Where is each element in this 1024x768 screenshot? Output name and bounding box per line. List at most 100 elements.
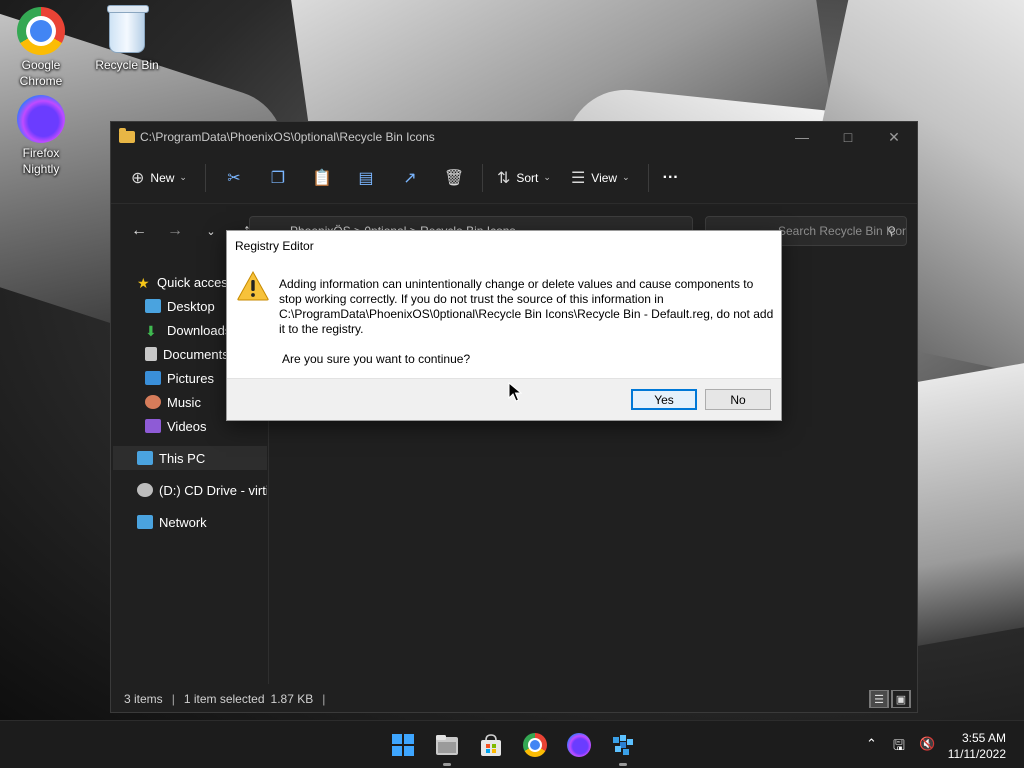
details-view-button[interactable]: ☰ xyxy=(869,690,889,708)
yes-button[interactable]: Yes xyxy=(631,389,697,410)
taskbar-registry-editor[interactable] xyxy=(609,731,637,766)
music-icon xyxy=(145,395,161,409)
sidebar-item-network[interactable]: Network xyxy=(137,510,267,534)
file-explorer-icon xyxy=(436,735,458,755)
trash-icon: 🗑 xyxy=(443,169,465,187)
maximize-button[interactable]: □ xyxy=(825,122,871,152)
computer-icon xyxy=(137,451,153,465)
close-button[interactable]: ✕ xyxy=(871,122,917,152)
video-icon xyxy=(145,419,161,433)
mouse-cursor-icon xyxy=(508,382,522,402)
desktop-icon-label: Recycle Bin xyxy=(95,58,159,72)
dialog-message: Adding information can unintentionally c… xyxy=(279,277,774,336)
view-button-label: View xyxy=(591,170,618,185)
cd-drive-icon xyxy=(137,483,153,497)
warning-icon xyxy=(237,271,269,301)
network-icon xyxy=(137,515,153,529)
chevron-down-icon: ⌄ xyxy=(622,172,630,182)
recent-locations-button[interactable]: ⌄ xyxy=(193,216,229,246)
copy-icon: ❐ xyxy=(270,169,286,187)
desktop-icon-label: Firefox Nightly xyxy=(22,146,60,176)
firefox-nightly-icon xyxy=(567,733,591,757)
taskbar-firefox-nightly[interactable] xyxy=(565,731,593,759)
arrow-right-icon: → xyxy=(167,222,183,239)
sidebar-item-label: Documents xyxy=(163,346,229,362)
large-icons-view-button[interactable]: ▣ xyxy=(891,690,911,708)
start-icon xyxy=(392,734,414,756)
chrome-icon xyxy=(17,7,65,55)
selection-size: 1.87 KB xyxy=(270,692,314,706)
start-button[interactable] xyxy=(389,731,417,759)
copy-button[interactable]: ❐ xyxy=(256,162,300,194)
clipboard-icon: 📋 xyxy=(312,169,332,187)
dialog-question: Are you sure you want to continue? xyxy=(282,352,471,366)
plus-circle-icon: ⊕ xyxy=(131,169,145,187)
firefox-nightly-icon xyxy=(17,95,65,143)
sidebar-item-label: Downloads xyxy=(167,322,232,338)
download-icon: ⬇ xyxy=(145,323,157,339)
taskbar-file-explorer[interactable] xyxy=(433,731,461,766)
taskbar-store[interactable] xyxy=(477,731,505,759)
sidebar-item-cd-drive[interactable]: (D:) CD Drive - virtio-win xyxy=(137,478,267,502)
chevron-down-icon: ⌄ xyxy=(179,172,187,182)
rename-icon: ▤ xyxy=(358,169,374,187)
new-button[interactable]: ⊕ New ⌄ xyxy=(123,162,195,194)
chevron-up-icon: ⌃ xyxy=(866,736,877,751)
sidebar-item-label: Music xyxy=(167,394,201,410)
sidebar-item-label: Pictures xyxy=(167,370,214,386)
view-button[interactable]: ☰ View ⌄ xyxy=(563,162,638,194)
cut-button[interactable]: ✂ xyxy=(212,162,256,194)
folder-icon xyxy=(119,128,135,143)
dialog-title: Registry Editor xyxy=(235,239,314,253)
sort-button[interactable]: ⇅ Sort ⌄ xyxy=(489,162,559,194)
network-status-button[interactable]: 🖫 xyxy=(893,735,905,759)
rename-button[interactable]: ▤ xyxy=(344,162,388,194)
desktop-icon xyxy=(145,299,161,313)
sidebar-item-this-pc[interactable]: This PC xyxy=(113,446,267,470)
chrome-icon xyxy=(523,733,547,757)
taskbar-clock[interactable]: 3:55 AM 11/11/2022 xyxy=(948,730,1006,762)
sidebar-item-label: Desktop xyxy=(167,298,215,314)
forward-button[interactable]: → xyxy=(157,216,193,246)
sidebar-item-label: (D:) CD Drive - virtio-win xyxy=(159,482,267,498)
desktop-icon-firefox-nightly[interactable]: Firefox Nightly xyxy=(1,95,81,177)
large-icons-view-icon: ▣ xyxy=(892,690,910,708)
volume-button[interactable]: 🔇 xyxy=(919,736,935,752)
recycle-bin-icon xyxy=(107,5,149,53)
network-icon: 🖫 xyxy=(893,737,905,753)
paste-button[interactable]: 📋 xyxy=(300,162,344,194)
desktop-icon-label: Google Chrome xyxy=(19,58,63,88)
taskbar-chrome[interactable] xyxy=(521,731,549,759)
store-icon xyxy=(481,734,501,756)
explorer-titlebar[interactable]: C:\ProgramData\PhoenixOS\0ptional\Recycl… xyxy=(111,122,917,152)
more-options-button[interactable]: ··· xyxy=(655,162,687,194)
back-button[interactable]: ← xyxy=(121,216,157,246)
picture-icon xyxy=(145,371,161,385)
scissors-icon: ✂ xyxy=(227,169,241,187)
more-icon: ··· xyxy=(662,168,679,186)
show-hidden-icons-button[interactable]: ⌃ xyxy=(866,736,877,752)
new-button-label: New xyxy=(150,170,175,185)
explorer-title: C:\ProgramData\PhoenixOS\0ptional\Recycl… xyxy=(140,130,435,144)
no-button[interactable]: No xyxy=(705,389,771,410)
clock-time: 3:55 AM xyxy=(961,731,1006,745)
sort-icon: ⇅ xyxy=(496,169,511,187)
delete-button[interactable]: 🗑 xyxy=(432,162,476,194)
sidebar-item-label: Network xyxy=(159,514,207,530)
registry-editor-dialog: Registry Editor Adding information can u… xyxy=(226,230,782,421)
minimize-button[interactable]: — xyxy=(779,122,825,152)
star-icon: ★ xyxy=(137,275,150,291)
arrow-left-icon: ← xyxy=(131,222,147,239)
document-icon xyxy=(145,347,157,361)
status-bar: 3 items | 1 item selected 1.87 KB | ☰ ▣ xyxy=(111,686,917,712)
command-bar: ⊕ New ⌄ ✂ ❐ 📋 ▤ ↗ 🗑 ⇅ Sort ⌄ ☰ View ⌄ ··… xyxy=(111,152,917,204)
sidebar-item-label: Videos xyxy=(167,418,207,434)
view-list-icon: ☰ xyxy=(570,169,586,187)
share-button[interactable]: ↗ xyxy=(388,162,432,194)
desktop-icon-recycle-bin[interactable]: Recycle Bin xyxy=(87,5,167,73)
chevron-down-icon: ⌄ xyxy=(206,225,216,238)
volume-muted-icon: 🔇 xyxy=(919,736,936,751)
dialog-footer: Yes No xyxy=(227,378,781,420)
desktop-icon-chrome[interactable]: Google Chrome xyxy=(1,7,81,89)
details-view-icon: ☰ xyxy=(870,690,888,708)
